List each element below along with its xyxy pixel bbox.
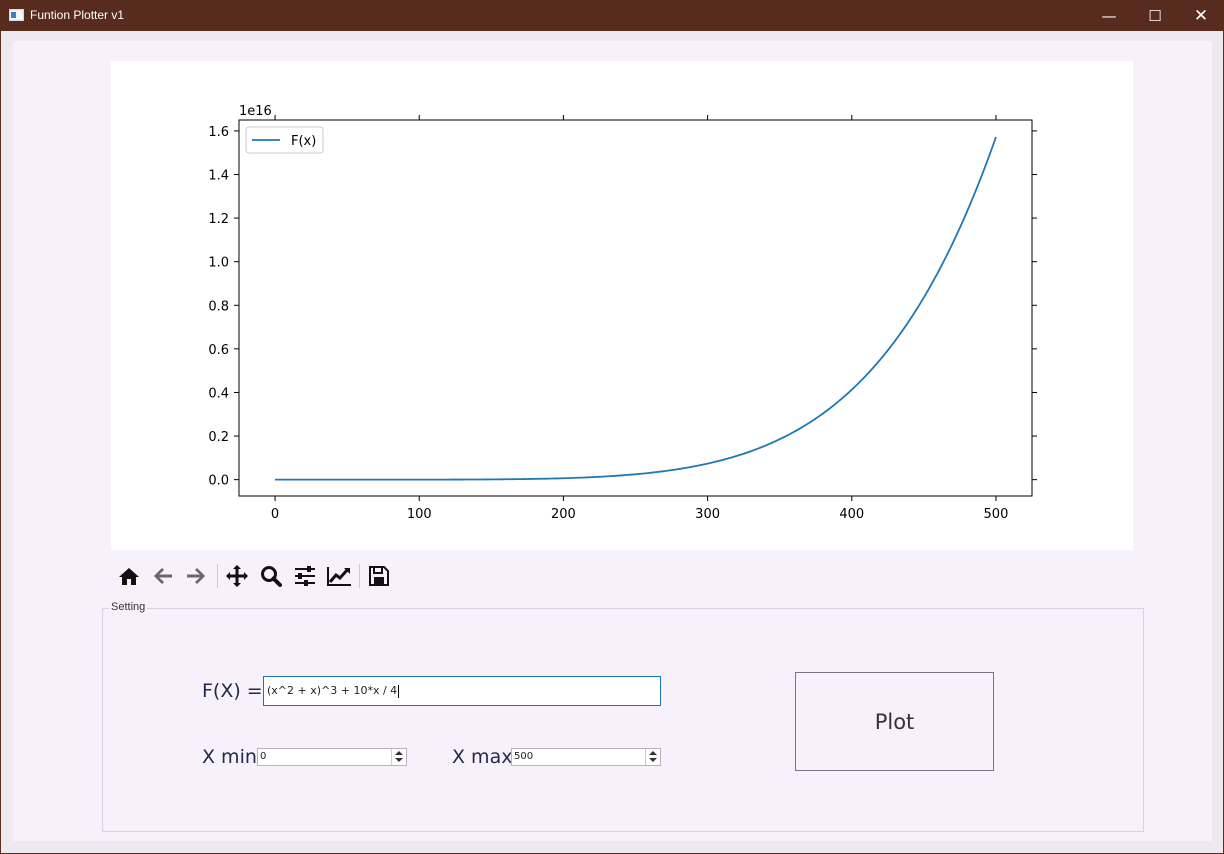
y-tick-label: 1.6 <box>208 125 229 140</box>
axes-frame <box>238 119 1033 497</box>
xmax-stepper[interactable] <box>645 749 660 765</box>
navigation-toolbar <box>113 560 413 592</box>
function-input[interactable]: (x^2 + x)^3 + 10*x / 4 <box>263 676 661 706</box>
forward-button[interactable] <box>180 560 212 592</box>
y-tick-label: 0.8 <box>208 299 229 314</box>
y-tick-label: 0.0 <box>208 474 229 489</box>
app-icon <box>9 9 24 21</box>
save-button[interactable] <box>363 560 395 592</box>
chart-svg: 0 100 200 300 400 500 0.0 0.2 0.4 0.6 0.8 1.0 1.2 1.4… <box>208 104 1037 522</box>
xmin-stepper[interactable] <box>391 749 406 765</box>
pan-icon <box>226 565 248 587</box>
x-tick-label: 200 <box>551 507 576 522</box>
save-icon <box>369 566 389 586</box>
edit-axis-button[interactable] <box>323 560 355 592</box>
x-tick-label: 100 <box>407 507 432 522</box>
spin-up-icon[interactable] <box>395 751 403 755</box>
configure-subplots-button[interactable] <box>289 560 321 592</box>
xmin-label: X min <box>202 746 257 768</box>
xmax-label: X max <box>452 746 513 768</box>
y-tick-label: 1.4 <box>208 168 229 183</box>
forward-arrow-icon <box>187 568 205 584</box>
spin-down-icon[interactable] <box>395 758 403 762</box>
spin-up-icon[interactable] <box>649 751 657 755</box>
plot-button[interactable]: Plot <box>795 672 994 771</box>
y-tick-label: 1.2 <box>208 212 229 227</box>
x-tick-label: 300 <box>695 507 720 522</box>
maximize-icon: ☐ <box>1148 6 1162 25</box>
client-area: 0 100 200 300 400 500 0.0 0.2 0.4 0.6 0.8 1.0 1.2 1.4… <box>1 31 1223 853</box>
x-tick-label: 400 <box>839 507 864 522</box>
xmax-value: 500 <box>514 751 534 762</box>
y-tick-label: 1.0 <box>208 256 229 271</box>
settings-group-title: Setting <box>109 601 148 613</box>
edit-axis-icon <box>327 567 351 586</box>
plot-canvas[interactable]: 0 100 200 300 400 500 0.0 0.2 0.4 0.6 0.8 1.0 1.2 1.4… <box>111 61 1133 550</box>
xmin-spinbox[interactable]: 0 <box>257 748 407 766</box>
spin-down-icon[interactable] <box>649 758 657 762</box>
toolbar-separator <box>217 564 218 588</box>
title-bar[interactable]: Funtion Plotter v1 — ☐ ✕ <box>0 0 1224 31</box>
back-button[interactable] <box>147 560 179 592</box>
fx-label: F(X) = <box>202 680 263 702</box>
xmax-spinbox[interactable]: 500 <box>511 748 661 766</box>
toolbar-separator <box>359 564 360 588</box>
zoom-button[interactable] <box>255 560 287 592</box>
home-button[interactable] <box>113 560 145 592</box>
close-icon: ✕ <box>1193 5 1209 26</box>
configure-subplots-icon <box>295 566 315 586</box>
y-tick-label: 0.4 <box>208 386 229 401</box>
minimize-icon: — <box>1101 6 1117 25</box>
maximize-button[interactable]: ☐ <box>1132 0 1178 31</box>
window-title: Funtion Plotter v1 <box>30 8 125 22</box>
text-caret <box>398 684 400 698</box>
zoom-icon <box>261 566 282 587</box>
y-tick-label: 0.6 <box>208 343 229 358</box>
function-input-value: (x^2 + x)^3 + 10*x / 4 <box>267 684 398 697</box>
x-tick-label: 500 <box>984 507 1009 522</box>
close-button[interactable]: ✕ <box>1178 0 1224 31</box>
app-window: Funtion Plotter v1 — ☐ ✕ 0 100 200 300 400 50… <box>0 0 1224 854</box>
xmin-value: 0 <box>260 751 267 762</box>
back-arrow-icon <box>154 568 172 584</box>
pan-button[interactable] <box>221 560 253 592</box>
main-panel: 0 100 200 300 400 500 0.0 0.2 0.4 0.6 0.8 1.0 1.2 1.4… <box>13 41 1212 841</box>
series-line-fx <box>275 136 997 481</box>
minimize-button[interactable]: — <box>1086 0 1132 31</box>
y-tick-label: 0.2 <box>208 430 229 445</box>
home-icon <box>119 568 139 585</box>
legend-label: F(x) <box>291 134 316 149</box>
y-offset-label: 1e16 <box>239 104 272 119</box>
x-tick-label: 0 <box>271 507 279 522</box>
